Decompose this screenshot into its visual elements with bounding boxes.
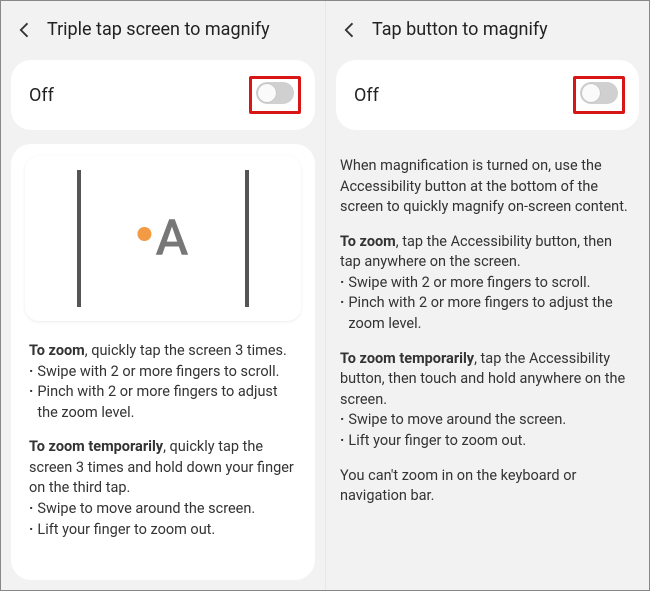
- master-toggle-row[interactable]: Off: [336, 60, 639, 130]
- illustration: A: [25, 156, 301, 321]
- highlight-box: [573, 76, 625, 114]
- master-toggle-row[interactable]: Off: [11, 60, 315, 130]
- toggle-switch[interactable]: [580, 82, 618, 104]
- header: Tap button to magnify: [326, 1, 649, 50]
- toggle-label: Off: [354, 85, 379, 106]
- back-icon[interactable]: [15, 20, 35, 40]
- intro-text: When magnification is turned on, use the…: [340, 156, 635, 218]
- pane-triple-tap: Triple tap screen to magnify Off A To zo…: [1, 1, 325, 590]
- page-title: Triple tap screen to magnify: [47, 19, 270, 40]
- header: Triple tap screen to magnify: [1, 1, 325, 50]
- letter-a-icon: A: [155, 214, 188, 264]
- info-card: A To zoom, quickly tap the screen 3 time…: [11, 144, 315, 580]
- dot-icon: [137, 227, 151, 241]
- highlight-box: [249, 76, 301, 114]
- toggle-switch[interactable]: [256, 82, 294, 104]
- back-icon[interactable]: [340, 20, 360, 40]
- pane-tap-button: Tap button to magnify Off When magnifica…: [325, 1, 649, 590]
- page-title: Tap button to magnify: [372, 19, 548, 40]
- toggle-label: Off: [29, 85, 54, 106]
- footer-text: You can't zoom in on the keyboard or nav…: [340, 466, 635, 507]
- description-text: To zoom, quickly tap the screen 3 times.…: [25, 341, 301, 540]
- description-text: When magnification is turned on, use the…: [326, 156, 649, 507]
